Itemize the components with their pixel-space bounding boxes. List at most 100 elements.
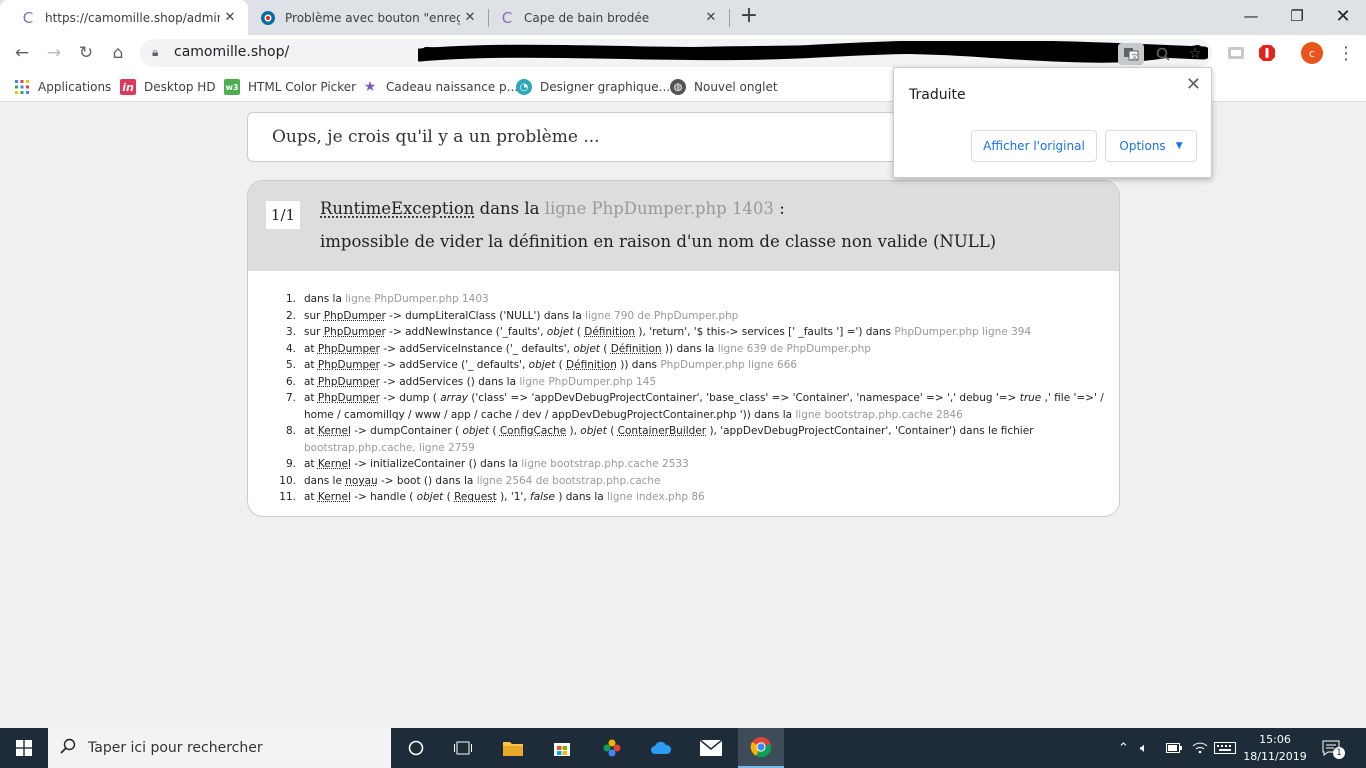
- stack-trace: 1. dans la ligne PhpDumper.php 1403 2. sur …: [276, 291, 1106, 506]
- trace-file-ref[interactable]: ligne 2564 de bootstrap.php.cache: [477, 475, 661, 487]
- new-tab-button[interactable]: +: [736, 4, 762, 30]
- trace-file-ref[interactable]: ligne 790 de PhpDumper.php: [585, 310, 738, 322]
- lock-icon[interactable]: 🔒︎: [152, 45, 158, 60]
- tab-admin[interactable]: C https://camomille.shop/admin26 ✕: [0, 0, 248, 35]
- translate-icon[interactable]: 文: [1118, 43, 1144, 65]
- globe-icon: ◍: [670, 79, 686, 95]
- trace-type: objet: [580, 425, 607, 437]
- close-popup-icon[interactable]: ✕: [1186, 74, 1201, 95]
- close-tab-icon[interactable]: ✕: [460, 10, 480, 25]
- bookmark-label: Cadeau naissance p...: [386, 80, 519, 94]
- address-bar[interactable]: 🔒︎ camomille.shop/ 文 ☆: [140, 39, 1212, 67]
- show-original-button[interactable]: Afficher l'original: [971, 130, 1097, 162]
- trace-fragment: -> addServices () dans la: [379, 375, 520, 388]
- trace-file-ref[interactable]: PhpDumper.php ligne 666: [660, 359, 797, 371]
- bookmark-nouvel-onglet[interactable]: ◍ Nouvel onglet: [670, 77, 778, 97]
- clock-date: 18/11/2019: [1243, 750, 1307, 763]
- trace-file-ref[interactable]: ligne PhpDumper.php 1403: [345, 293, 488, 305]
- trace-fragment: ), 'appDevDebugProjectContainer', 'Conta…: [706, 425, 1034, 437]
- exception-summary: RuntimeException dans la ligne PhpDumper…: [320, 199, 785, 218]
- file-explorer-icon[interactable]: [494, 732, 532, 764]
- tab-cape[interactable]: C Cape de bain brodée ✕: [489, 0, 729, 35]
- menu-kebab-icon[interactable]: ⋮: [1332, 39, 1360, 67]
- action-center-icon[interactable]: 1: [1322, 728, 1345, 768]
- profile-avatar[interactable]: c: [1298, 39, 1326, 67]
- windows-taskbar: Taper ici pour rechercher ⌃ 🔈︎ 15:06 18/…: [0, 728, 1366, 768]
- trace-number: 3.: [285, 326, 296, 338]
- loading-icon: C: [22, 8, 34, 27]
- cortana-icon[interactable]: [397, 732, 435, 764]
- trace-fragment: -> dumpLiteralClass ('NULL') dans la: [385, 309, 586, 322]
- trace-file-ref[interactable]: PhpDumper.php ligne 394: [894, 326, 1031, 338]
- trace-fragment: -> addServiceInstance ('_ defaults',: [379, 342, 574, 355]
- reload-button[interactable]: ↻: [72, 39, 100, 67]
- trace-file-ref[interactable]: ligne PhpDumper.php 145: [519, 376, 656, 388]
- restore-button[interactable]: ❐: [1274, 0, 1320, 32]
- bookmark-desktop-hd[interactable]: in Desktop HD: [120, 77, 216, 97]
- close-window-button[interactable]: ✕: [1320, 0, 1366, 32]
- trace-text: at Kernel -> dumpContainer ( objet ( Con…: [304, 423, 1106, 456]
- trace-text: sur PhpDumper -> dumpLiteralClass ('NULL…: [304, 308, 1106, 325]
- trace-fragment: ), 'return', '$ this-> services [' _faul…: [635, 326, 895, 338]
- trace-fragment: )) dans: [616, 359, 661, 371]
- onedrive-icon[interactable]: [642, 732, 680, 764]
- trace-class-abbr: PhpDumper: [323, 326, 386, 338]
- trace-file-ref[interactable]: ligne index.php 86: [607, 491, 705, 503]
- volume-icon[interactable]: 🔈︎: [1140, 728, 1148, 768]
- back-button[interactable]: ←: [8, 39, 36, 67]
- trace-fragment: (: [489, 425, 500, 437]
- trace-file-ref[interactable]: bootstrap.php.cache, ligne 2759: [304, 442, 475, 454]
- trace-class-abbr: PhpDumper: [317, 342, 380, 355]
- keyboard-icon[interactable]: [1214, 728, 1236, 768]
- trace-line: 6. at PhpDumper -> addServices () dans la…: [276, 374, 1106, 391]
- trace-fragment: (: [443, 491, 455, 503]
- task-view-icon[interactable]: [444, 732, 482, 764]
- options-button[interactable]: Options ▼: [1105, 130, 1197, 162]
- tab-probleme[interactable]: Problème avec bouton "enregistr ✕: [248, 0, 488, 35]
- network-icon[interactable]: [1192, 728, 1208, 768]
- trace-file-ref[interactable]: ligne bootstrap.php.cache 2533: [521, 458, 688, 470]
- trace-number: 9.: [285, 458, 296, 470]
- exception-colon: :: [779, 199, 785, 218]
- store-icon[interactable]: [543, 732, 581, 764]
- chrome-taskbar-icon[interactable]: [738, 728, 784, 768]
- home-button[interactable]: ⌂: [104, 39, 132, 67]
- bookmark-html-color-picker[interactable]: w3 HTML Color Picker: [224, 77, 356, 97]
- trace-class-abbr: Définition: [610, 342, 662, 355]
- cast-extension-icon[interactable]: [1222, 39, 1250, 67]
- zoom-icon[interactable]: [1152, 43, 1174, 65]
- browser-toolbar: ← → ↻ ⌂ 🔒︎ camomille.shop/ 文 ☆ c ⋮: [0, 35, 1366, 71]
- trace-line: 11. at Kernel -> handle ( objet ( Request…: [276, 489, 1106, 506]
- svg-text:文: 文: [1131, 52, 1138, 61]
- bookmark-designer[interactable]: ◔ Designer graphique...: [516, 77, 670, 97]
- bookmark-applications[interactable]: Applications: [14, 77, 111, 97]
- bookmark-cadeau[interactable]: ★ Cadeau naissance p...: [362, 77, 518, 97]
- translate-popup-title: Traduite: [909, 87, 966, 103]
- upwork-icon: ◔: [516, 79, 532, 95]
- bookmark-star-icon[interactable]: ☆: [1184, 43, 1206, 65]
- trace-text: at Kernel -> initializeContainer () dans…: [304, 456, 1106, 473]
- trace-fragment: -> addService ('_ defaults',: [379, 359, 529, 371]
- exception-panel: 1/1 RuntimeException dans la ligne PhpDu…: [247, 180, 1120, 517]
- trace-class-abbr: Kernel: [317, 491, 351, 503]
- battery-icon[interactable]: [1166, 728, 1182, 768]
- close-tab-icon[interactable]: ✕: [701, 10, 721, 25]
- trace-number: 5.: [285, 359, 296, 371]
- exception-class: RuntimeException: [320, 199, 475, 218]
- minimize-button[interactable]: —: [1228, 0, 1274, 32]
- mail-icon[interactable]: [692, 732, 730, 764]
- forward-button[interactable]: →: [40, 39, 68, 67]
- trace-text: at PhpDumper -> dump ( array ('class' =>…: [304, 390, 1106, 423]
- show-hidden-icons-icon[interactable]: ⌃: [1118, 728, 1129, 768]
- trace-fragment: (: [599, 342, 611, 355]
- system-clock[interactable]: 15:06 18/11/2019: [1240, 731, 1310, 765]
- trace-file-ref[interactable]: ligne 639 de PhpDumper.php: [718, 343, 871, 355]
- photos-icon[interactable]: [593, 732, 631, 764]
- start-button[interactable]: [0, 728, 48, 768]
- taskbar-search[interactable]: Taper ici pour rechercher: [48, 728, 391, 768]
- trace-line: 8. at Kernel -> dumpContainer ( objet ( C…: [276, 423, 1106, 456]
- trace-type: objet: [462, 425, 490, 437]
- close-tab-icon[interactable]: ✕: [220, 10, 240, 25]
- trace-file-ref[interactable]: ligne bootstrap.php.cache 2846: [795, 409, 962, 421]
- adblock-extension-icon[interactable]: [1253, 39, 1281, 67]
